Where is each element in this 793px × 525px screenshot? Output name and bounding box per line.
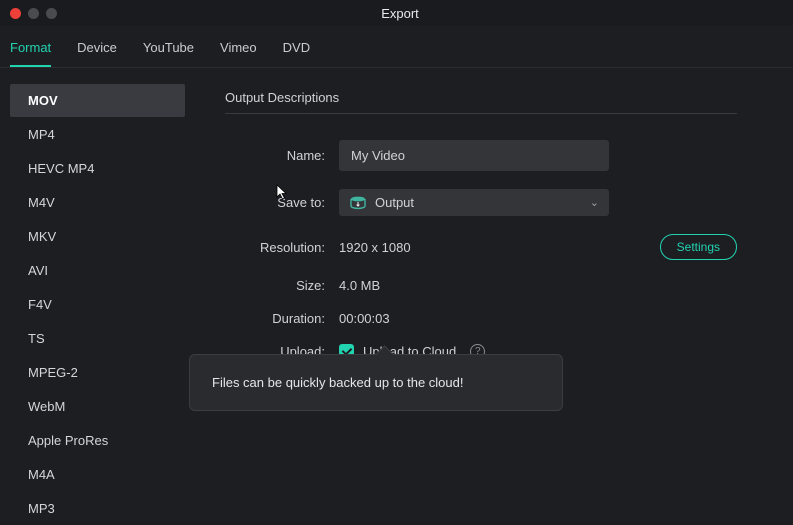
sidebar-item-mkv[interactable]: MKV — [10, 220, 185, 253]
format-sidebar: MOV MP4 HEVC MP4 M4V MKV AVI F4V TS MPEG… — [0, 68, 195, 522]
output-panel: Output Descriptions Name: Save to: Outpu… — [195, 68, 793, 522]
sidebar-item-ts[interactable]: TS — [10, 322, 185, 355]
tab-vimeo[interactable]: Vimeo — [220, 36, 257, 67]
sidebar-item-m4a[interactable]: M4A — [10, 458, 185, 491]
row-saveto: Save to: Output ⌄ — [225, 189, 737, 216]
sidebar-item-avi[interactable]: AVI — [10, 254, 185, 287]
saveto-value: Output — [375, 195, 590, 210]
sidebar-item-mov[interactable]: MOV — [10, 84, 185, 117]
titlebar: Export — [0, 0, 793, 26]
label-name: Name: — [225, 148, 325, 163]
name-input[interactable] — [339, 140, 609, 171]
tab-format[interactable]: Format — [10, 36, 51, 67]
row-duration: Duration: 00:00:03 — [225, 311, 737, 326]
tab-device[interactable]: Device — [77, 36, 117, 67]
sidebar-item-mp4[interactable]: MP4 — [10, 118, 185, 151]
tab-dvd[interactable]: DVD — [283, 36, 310, 67]
label-size: Size: — [225, 278, 325, 293]
label-resolution: Resolution: — [225, 240, 325, 255]
section-title: Output Descriptions — [225, 90, 737, 114]
upload-tooltip: Files can be quickly backed up to the cl… — [189, 354, 563, 411]
resolution-value: 1920 x 1080 — [339, 240, 411, 255]
tab-bar: Format Device YouTube Vimeo DVD — [0, 26, 793, 68]
sidebar-item-webm[interactable]: WebM — [10, 390, 185, 423]
tab-youtube[interactable]: YouTube — [143, 36, 194, 67]
disk-icon — [349, 196, 367, 210]
chevron-down-icon: ⌄ — [590, 196, 599, 209]
label-saveto: Save to: — [225, 195, 325, 210]
row-name: Name: — [225, 140, 737, 171]
sidebar-item-hevc-mp4[interactable]: HEVC MP4 — [10, 152, 185, 185]
sidebar-item-f4v[interactable]: F4V — [10, 288, 185, 321]
size-value: 4.0 MB — [339, 278, 380, 293]
label-duration: Duration: — [225, 311, 325, 326]
saveto-select[interactable]: Output ⌄ — [339, 189, 609, 216]
row-resolution: Resolution: 1920 x 1080 Settings — [225, 234, 737, 260]
sidebar-item-mpeg2[interactable]: MPEG-2 — [10, 356, 185, 389]
sidebar-item-mp3[interactable]: MP3 — [10, 492, 185, 525]
row-size: Size: 4.0 MB — [225, 278, 737, 293]
duration-value: 00:00:03 — [339, 311, 390, 326]
sidebar-item-apple-prores[interactable]: Apple ProRes — [10, 424, 185, 457]
window-title: Export — [17, 6, 783, 21]
sidebar-item-m4v[interactable]: M4V — [10, 186, 185, 219]
settings-button[interactable]: Settings — [660, 234, 737, 260]
